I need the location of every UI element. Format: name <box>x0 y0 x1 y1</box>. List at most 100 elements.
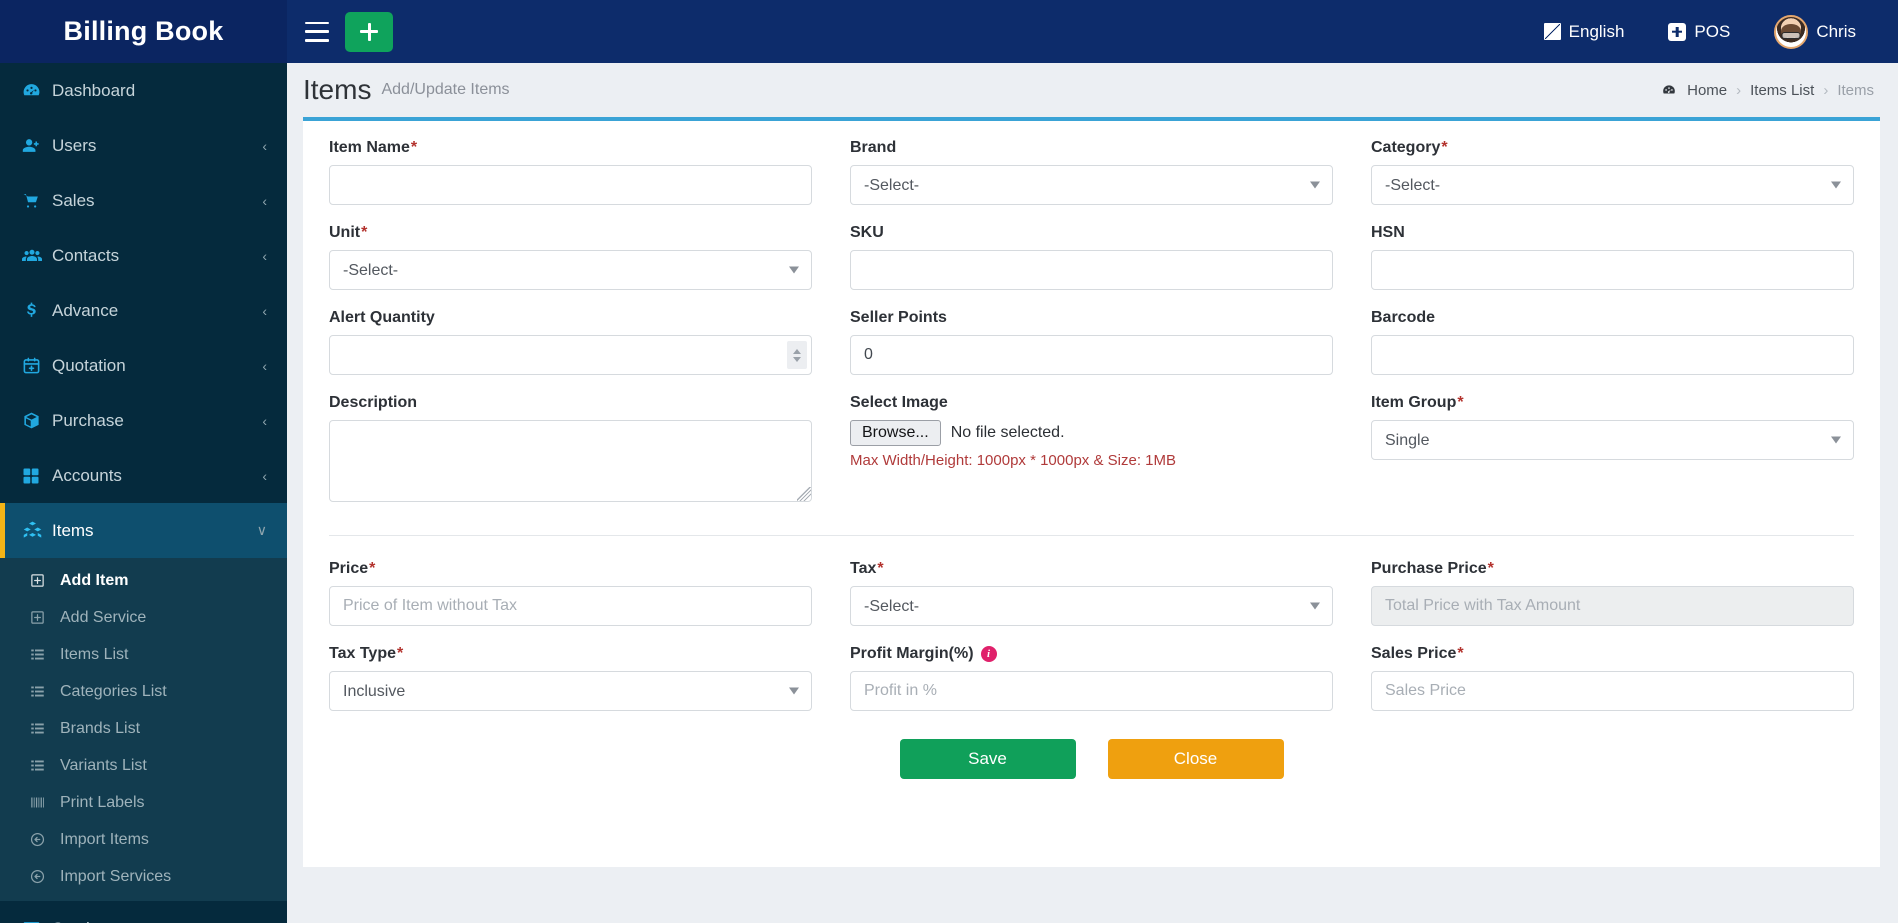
hsn-input[interactable] <box>1371 250 1854 290</box>
close-button[interactable]: Close <box>1107 739 1284 779</box>
sidebar-item-users[interactable]: Users ‹ <box>0 118 287 173</box>
alert-quantity-label: Alert Quantity <box>329 309 812 327</box>
sidebar-item-label: Quotation <box>52 355 126 375</box>
sidebar-item-dashboard[interactable]: Dashboard <box>0 63 287 118</box>
chevron-icon: ‹ <box>262 467 267 484</box>
sku-input[interactable] <box>850 250 1333 290</box>
sidebar-item-purchase[interactable]: Purchase ‹ <box>0 393 287 448</box>
page-header: Items Add/Update Items Home › Items List… <box>287 63 1898 117</box>
sidebar-item-label: Contacts <box>52 245 120 265</box>
sidebar-subitem-variants-list[interactable]: Variants List <box>0 747 287 784</box>
brand-select[interactable]: -Select- <box>850 165 1333 205</box>
unit-select[interactable]: -Select- <box>329 250 812 290</box>
tax-type-select[interactable]: Inclusive <box>329 671 812 711</box>
sidebar-item-label: Advance <box>52 300 119 320</box>
seller-points-input[interactable] <box>850 335 1333 375</box>
field-sku: SKU <box>850 224 1333 290</box>
sidebar-subitem-label: Brands List <box>60 719 141 737</box>
label-text: Price <box>329 560 369 577</box>
user-avatar <box>1774 14 1809 49</box>
sidebar-item-items[interactable]: Items ∨ <box>0 503 287 558</box>
sidebar-subitem-import-items[interactable]: Import Items <box>0 821 287 858</box>
category-select[interactable]: -Select- <box>1371 165 1854 205</box>
import-icon <box>30 869 60 884</box>
chevron-icon: ‹ <box>262 247 267 264</box>
sidebar-item-advance[interactable]: Advance ‹ <box>0 283 287 338</box>
pos-link[interactable]: POS <box>1668 22 1730 42</box>
language-switcher[interactable]: English <box>1543 21 1625 42</box>
sidebar-subitem-print-labels[interactable]: Print Labels <box>0 784 287 821</box>
sidebar-subitem-brands-list[interactable]: Brands List <box>0 710 287 747</box>
items-icon <box>22 520 52 541</box>
stepper-down-icon[interactable] <box>793 356 801 362</box>
field-category: Category * -Select- <box>1371 139 1854 205</box>
profit-margin-label: Profit Margin(%) i <box>850 645 1333 663</box>
item-group-label: Item Group * <box>1371 394 1854 412</box>
funnel-icon <box>22 919 52 923</box>
sales-price-input[interactable] <box>1371 671 1854 711</box>
cart-icon <box>22 191 52 210</box>
stepper-up-icon[interactable] <box>793 348 801 354</box>
label-text: Alert Quantity <box>329 309 435 326</box>
sidebar-subitem-items-list[interactable]: Items List <box>0 636 287 673</box>
label-text: Description <box>329 394 418 411</box>
field-description: Description <box>329 394 812 507</box>
item-form-card: Item Name * Brand -Select- Category * -S… <box>303 117 1880 867</box>
field-seller-points: Seller Points <box>850 309 1333 375</box>
sidebar-subitem-label: Items List <box>60 645 129 663</box>
tax-select[interactable]: -Select- <box>850 586 1333 626</box>
sidebar-subitem-label: Add Item <box>60 571 129 589</box>
sidebar-subitem-add-service[interactable]: Add Service <box>0 599 287 636</box>
sidebar-subitem-add-item[interactable]: Add Item <box>0 562 287 599</box>
label-text: Barcode <box>1371 309 1436 326</box>
required-marker: * <box>1457 394 1464 411</box>
tax-type-label: Tax Type * <box>329 645 812 663</box>
user-menu[interactable]: Chris <box>1774 14 1856 49</box>
breadcrumb-separator: › <box>1736 81 1742 99</box>
browse-button[interactable]: Browse... <box>850 420 941 446</box>
alert-quantity-wrap <box>329 335 812 375</box>
select-image-label: Select Image <box>850 394 1333 412</box>
description-textarea[interactable] <box>329 420 812 502</box>
calendar-plus-icon <box>22 356 52 375</box>
price-input[interactable] <box>329 586 812 626</box>
sidebar-item-contacts[interactable]: Contacts ‹ <box>0 228 287 283</box>
sidebar-item-accounts[interactable]: Accounts ‹ <box>0 448 287 503</box>
quantity-stepper[interactable] <box>787 341 807 369</box>
sidebar: Dashboard Users ‹ Sales ‹ Contacts ‹ Adv… <box>0 63 287 923</box>
brand-label: Brand <box>850 139 1333 157</box>
label-text: SKU <box>850 224 884 241</box>
label-text: Seller Points <box>850 309 947 326</box>
item-name-input[interactable] <box>329 165 812 205</box>
hamburger-icon[interactable] <box>305 21 329 42</box>
plus-icon[interactable] <box>345 11 393 52</box>
sidebar-item-label: Users <box>52 135 97 155</box>
breadcrumb-items-list[interactable]: Items List <box>1750 82 1814 99</box>
breadcrumb-home[interactable]: Home <box>1687 82 1727 99</box>
required-marker: * <box>361 224 368 241</box>
app-brand: Billing Book <box>0 0 287 63</box>
top-navbar: Billing Book English POS Chris <box>0 0 1898 63</box>
item-group-select[interactable]: Single <box>1371 420 1854 460</box>
sidebar-subitem-categories-list[interactable]: Categories List <box>0 673 287 710</box>
language-label: English <box>1568 21 1625 41</box>
save-button[interactable]: Save <box>899 739 1076 779</box>
purchase-price-input <box>1371 586 1854 626</box>
barcode-input[interactable] <box>1371 335 1854 375</box>
sidebar-subitem-import-services[interactable]: Import Services <box>0 858 287 895</box>
sidebar-subitem-label: Variants List <box>60 756 147 774</box>
sidebar-item-label: Stock <box>52 919 262 923</box>
info-icon[interactable]: i <box>980 646 997 662</box>
profit-margin-input[interactable] <box>850 671 1333 711</box>
alert-quantity-input[interactable] <box>329 335 812 375</box>
field-profit-margin: Profit Margin(%) i <box>850 645 1333 711</box>
label-text: Brand <box>850 139 897 156</box>
sales-price-label: Sales Price * <box>1371 645 1854 663</box>
sidebar-subitem-label: Add Service <box>60 608 147 626</box>
sidebar-item-quotation[interactable]: Quotation ‹ <box>0 338 287 393</box>
sidebar-item-sales[interactable]: Sales ‹ <box>0 173 287 228</box>
grid-icon <box>22 467 52 485</box>
chevron-icon: ‹ <box>262 302 267 319</box>
sidebar-item-stock[interactable]: Stock ‹ <box>0 901 287 923</box>
box-icon <box>22 411 52 430</box>
